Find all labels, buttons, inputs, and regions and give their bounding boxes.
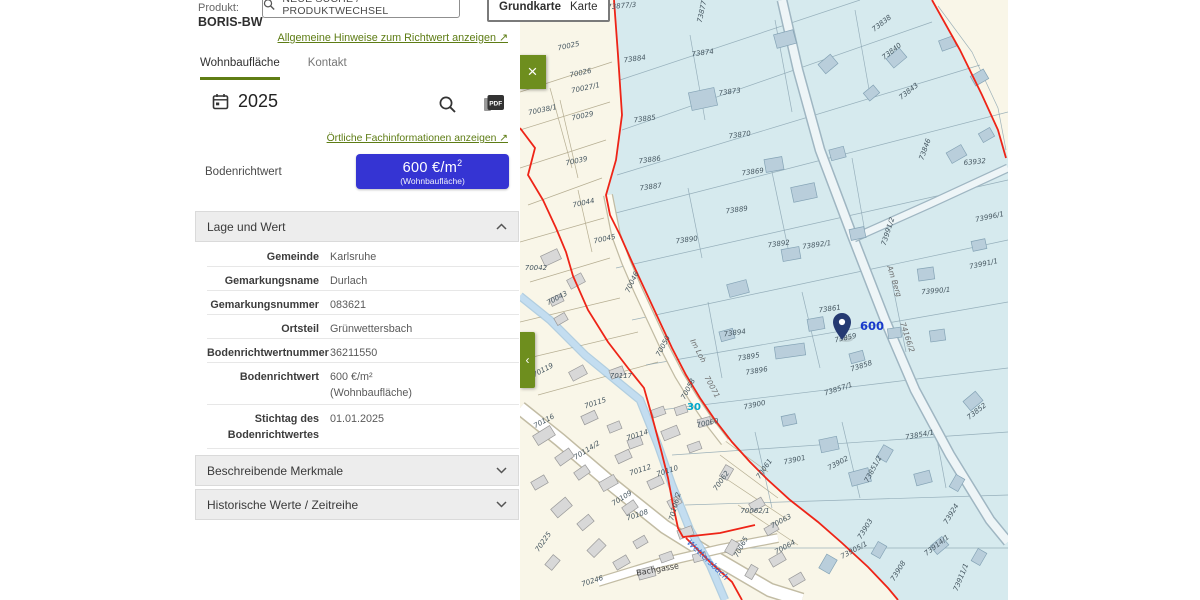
chevron-left-icon: ‹ bbox=[526, 353, 530, 367]
building bbox=[887, 327, 901, 339]
year-row: 2025 PDF bbox=[212, 90, 512, 120]
map-canvas[interactable]: 700257002670027/170038/17002970039700447… bbox=[520, 0, 1008, 600]
calendar-icon bbox=[212, 93, 229, 110]
detail-value: 36211550 bbox=[319, 339, 519, 362]
detail-label: Bodenrichtwertnummer bbox=[207, 339, 319, 362]
detail-row: Bodenrichtwert600 €/m²(Wohnbaufläche) bbox=[207, 363, 519, 405]
details-table: GemeindeKarlsruheGemarkungsnameDurlachGe… bbox=[195, 243, 519, 449]
accordion-title: Historische Werte / Zeitreihe bbox=[207, 498, 358, 512]
detail-value: 083621 bbox=[319, 291, 519, 314]
chevron-up-icon bbox=[496, 223, 507, 230]
accordion-lage-und-wert[interactable]: Lage und Wert bbox=[195, 211, 519, 242]
tab-kontakt[interactable]: Kontakt bbox=[308, 57, 347, 80]
info-panel: Produkt: BORIS-BW NEUE SUCHE / PRODUKTWE… bbox=[0, 0, 520, 600]
building bbox=[764, 157, 784, 173]
new-search-button[interactable]: NEUE SUCHE / PRODUKTWECHSEL bbox=[262, 0, 460, 18]
map-view[interactable]: 700257002670027/170038/17002970039700447… bbox=[520, 0, 1008, 600]
chevron-down-icon bbox=[496, 467, 507, 474]
detail-row: GemeindeKarlsruhe bbox=[207, 243, 519, 267]
svg-text:PDF: PDF bbox=[489, 101, 502, 108]
basemap-switch[interactable]: Grundkarte Karte bbox=[487, 0, 610, 22]
detail-value: Durlach bbox=[319, 267, 519, 290]
detail-row: Stichtag des Bodenrichtwertes01.01.2025 bbox=[207, 405, 519, 449]
bodenrichtwert-value-button[interactable]: 600 €/m2 (Wohnbaufläche) bbox=[356, 154, 509, 189]
basemap-karte[interactable]: Karte bbox=[570, 1, 598, 13]
detail-value: Karlsruhe bbox=[319, 243, 519, 266]
marker-value-label: 600 bbox=[860, 319, 884, 333]
value-subtitle: (Wohnbaufläche) bbox=[356, 176, 509, 186]
detail-row: GemarkungsnameDurlach bbox=[207, 267, 519, 291]
building bbox=[807, 317, 825, 332]
building bbox=[929, 329, 945, 342]
detail-value: Grünwettersbach bbox=[319, 315, 519, 338]
speed-label: 30 bbox=[687, 402, 701, 413]
accordion-title: Beschreibende Merkmale bbox=[207, 464, 343, 478]
tab-wohnbaufläche[interactable]: Wohnbaufläche bbox=[200, 57, 280, 80]
detail-row: OrtsteilGrünwettersbach bbox=[207, 315, 519, 339]
valuation-year: 2025 bbox=[238, 91, 278, 112]
detail-label: Ortsteil bbox=[207, 315, 319, 338]
detail-label: Gemarkungsnummer bbox=[207, 291, 319, 314]
search-icon bbox=[263, 0, 275, 11]
accordion-title: Lage und Wert bbox=[207, 220, 286, 234]
detail-value: 01.01.2025 bbox=[319, 405, 519, 428]
detail-label: Stichtag des Bodenrichtwertes bbox=[207, 405, 319, 444]
bodenrichtwert-label: Bodenrichtwert bbox=[205, 166, 282, 178]
parcel-label: 70042 bbox=[525, 264, 548, 272]
chevron-down-icon bbox=[496, 501, 507, 508]
accordion-historische-werte[interactable]: Historische Werte / Zeitreihe bbox=[195, 489, 519, 520]
value-sup: 2 bbox=[457, 158, 462, 168]
detail-label: Gemeinde bbox=[207, 243, 319, 266]
close-panel-button[interactable]: × bbox=[520, 55, 546, 89]
boris-bw-app: Produkt: BORIS-BW NEUE SUCHE / PRODUKTWE… bbox=[0, 0, 1200, 600]
parcel-label: 70117 bbox=[610, 372, 633, 380]
basemap-grundkarte[interactable]: Grundkarte bbox=[499, 1, 561, 13]
tabs: Wohnbaufläche Kontakt bbox=[200, 57, 347, 80]
magnifier-icon[interactable] bbox=[438, 95, 457, 114]
detail-value: 600 €/m²(Wohnbaufläche) bbox=[319, 363, 519, 402]
detail-row: Gemarkungsnummer083621 bbox=[207, 291, 519, 315]
accordion-beschreibende-merkmale[interactable]: Beschreibende Merkmale bbox=[195, 455, 519, 486]
general-hints-link[interactable]: Allgemeine Hinweise zum Richtwert anzeig… bbox=[195, 31, 508, 44]
parcel-label: 70062/1 bbox=[740, 507, 769, 515]
value-text: 600 €/m bbox=[403, 160, 458, 176]
new-search-label: NEUE SUCHE / PRODUKTWECHSEL bbox=[282, 0, 459, 17]
building bbox=[917, 267, 935, 281]
product-name: BORIS-BW bbox=[198, 15, 263, 29]
close-icon: × bbox=[528, 62, 538, 82]
detail-label: Gemarkungsname bbox=[207, 267, 319, 290]
product-label: Produkt: bbox=[198, 2, 239, 14]
detail-row: Bodenrichtwertnummer36211550 bbox=[207, 339, 519, 363]
pdf-export-icon[interactable]: PDF bbox=[483, 94, 505, 113]
local-info-link[interactable]: Örtliche Fachinformationen anzeigen ↗ bbox=[195, 132, 508, 144]
panel-collapse-handle[interactable]: ‹ bbox=[520, 332, 535, 388]
detail-label: Bodenrichtwert bbox=[207, 363, 319, 386]
